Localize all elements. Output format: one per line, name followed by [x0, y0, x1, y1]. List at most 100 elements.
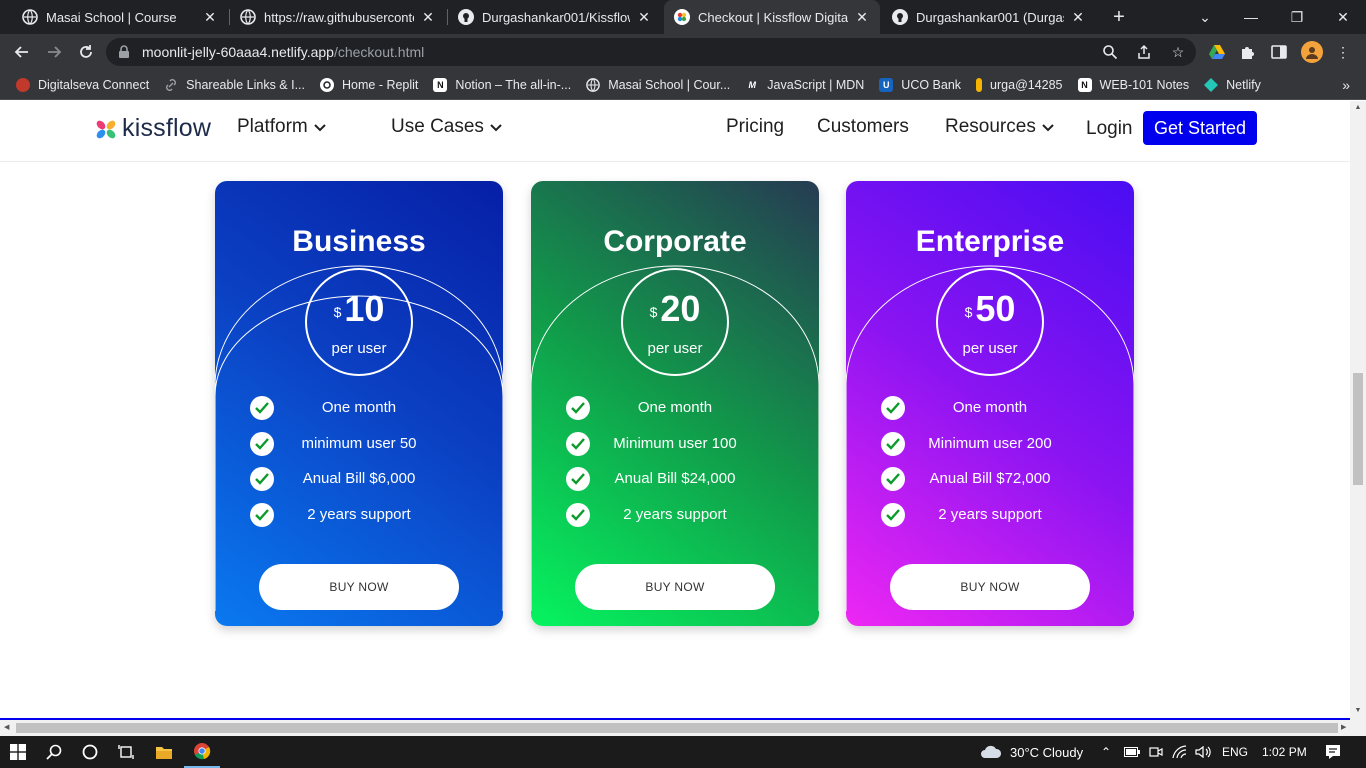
task-view-icon[interactable] [108, 736, 144, 768]
kissflow-icon [674, 9, 690, 25]
close-icon[interactable]: ✕ [854, 9, 870, 25]
notification-center-icon[interactable] [1325, 744, 1341, 760]
cloud-weather-icon[interactable] [980, 744, 1002, 760]
tab-github-repo[interactable]: Durgashankar001/Kissflow.cc ✕ [448, 0, 662, 34]
price-circle: $ 20 per user [621, 268, 729, 376]
buy-now-button[interactable]: BUY NOW [890, 564, 1090, 610]
bookmark-web101-notes[interactable]: N WEB-101 Notes [1077, 77, 1189, 92]
feature-text: 2 years support [307, 505, 411, 523]
nav-login[interactable]: Login [1086, 118, 1133, 140]
kissflow-logo[interactable]: kissflow [95, 114, 211, 143]
check-circle-icon [566, 502, 590, 527]
pricing-card-corporate: Corporate $ 20 per user One month Minimu… [531, 181, 819, 626]
zoom-search-icon[interactable] [1100, 42, 1120, 62]
bookmark-uco-bank[interactable]: U UCO Bank [879, 77, 962, 92]
url-host: moonlit-jelly-60aaa4.netlify.app [142, 44, 334, 60]
volume-icon[interactable] [1195, 744, 1211, 760]
tab-raw-github[interactable]: https://raw.githubuserconten ✕ [230, 0, 446, 34]
scroll-right-arrow-icon[interactable]: ▶ [1341, 723, 1346, 731]
address-bar[interactable]: moonlit-jelly-60aaa4.netlify.app/checkou… [106, 38, 1196, 66]
check-circle-icon [881, 467, 905, 491]
more-menu-icon[interactable]: ⋮ [1332, 41, 1354, 63]
search-icon[interactable] [36, 736, 72, 768]
browser-toolbar: moonlit-jelly-60aaa4.netlify.app/checkou… [0, 34, 1366, 70]
chrome-taskbar-icon[interactable] [184, 736, 220, 768]
language-indicator[interactable]: ENG [1222, 745, 1248, 759]
digitalseva-icon [16, 77, 30, 92]
cortana-circle-icon[interactable] [72, 736, 108, 768]
scroll-down-arrow-icon[interactable]: ▼ [1354, 707, 1362, 714]
wifi-icon[interactable] [1172, 744, 1188, 760]
bookmark-notion[interactable]: N Notion – The all-in-... [433, 77, 571, 92]
check-circle-icon [250, 502, 274, 527]
nav-platform[interactable]: Platform [237, 116, 326, 138]
price-currency: $ [649, 304, 658, 320]
side-panel-icon[interactable] [1268, 41, 1290, 63]
reload-icon[interactable] [72, 38, 100, 66]
tab-kissflow-checkout[interactable]: Checkout | Kissflow Digital W ✕ [664, 0, 880, 34]
file-explorer-icon[interactable] [146, 736, 182, 768]
buy-now-button[interactable]: BUY NOW [575, 564, 775, 610]
profile-avatar-icon[interactable] [1301, 41, 1323, 63]
horizontal-scrollbar[interactable]: ◀ ▶ [0, 720, 1366, 736]
google-drive-icon[interactable] [1206, 41, 1228, 63]
nav-pricing[interactable]: Pricing [726, 116, 784, 138]
feature-item: minimum user 50 [250, 427, 468, 463]
bookmark-star-icon[interactable]: ☆ [1168, 42, 1188, 62]
forward-arrow-icon[interactable] [40, 38, 68, 66]
nav-resources[interactable]: Resources [945, 116, 1054, 138]
bookmark-urga[interactable]: urga@14285 [976, 77, 1063, 92]
nav-use-cases[interactable]: Use Cases [391, 116, 502, 138]
price-unit: per user [331, 340, 387, 357]
nav-customers[interactable]: Customers [817, 116, 909, 138]
check-circle-icon [250, 396, 274, 420]
price-amount: 50 [975, 288, 1016, 329]
check-circle-icon [250, 431, 274, 456]
clock-time[interactable]: 1:02 PM [1262, 745, 1307, 759]
share-icon[interactable] [1134, 42, 1154, 62]
get-started-button[interactable]: Get Started [1143, 111, 1257, 145]
restore-icon[interactable]: ❐ [1274, 0, 1320, 34]
weather-text[interactable]: 30°C Cloudy [1010, 745, 1083, 760]
bookmark-replit[interactable]: Home - Replit [320, 77, 419, 92]
bookmark-netlify[interactable]: Netlify [1204, 77, 1261, 92]
close-window-icon[interactable]: ✕ [1320, 0, 1366, 34]
scroll-left-arrow-icon[interactable]: ◀ [4, 723, 9, 731]
battery-icon[interactable] [1124, 744, 1140, 760]
chevron-up-icon[interactable]: ⌃ [1098, 744, 1114, 760]
bookmark-label: Digitalseva Connect [38, 77, 150, 92]
kissflow-logo-icon [96, 120, 116, 138]
meet-now-icon[interactable] [1148, 744, 1164, 760]
check-circle-icon [881, 396, 905, 420]
close-icon[interactable]: ✕ [636, 9, 652, 25]
chevron-down-icon[interactable]: ⌄ [1182, 0, 1228, 34]
close-icon[interactable]: ✕ [420, 9, 436, 25]
feature-text: 2 years support [623, 505, 727, 523]
scroll-up-arrow-icon[interactable]: ▲ [1354, 104, 1362, 111]
price-unit: per user [962, 340, 1018, 357]
vertical-scrollbar[interactable]: ▲ ▼ [1350, 101, 1366, 720]
bookmark-label: Home - Replit [342, 77, 419, 92]
bookmark-mdn[interactable]: M JavaScript | MDN [745, 78, 865, 92]
scrollbar-thumb[interactable] [1353, 373, 1363, 485]
tab-github-profile[interactable]: Durgashankar001 (Durgashar ✕ [882, 0, 1096, 34]
feature-item: One month [566, 391, 784, 427]
close-icon[interactable]: ✕ [202, 9, 218, 25]
minimize-icon[interactable]: — [1228, 0, 1274, 34]
chevron-double-right-icon[interactable]: » [1342, 77, 1350, 93]
chevron-down-icon [314, 124, 326, 132]
bookmark-label: UCO Bank [901, 77, 962, 92]
new-tab-plus-icon[interactable]: + [1107, 5, 1131, 29]
check-circle-icon [250, 467, 274, 491]
feature-item: One month [250, 391, 468, 427]
bookmark-masai[interactable]: Masai School | Cour... [586, 78, 730, 92]
bookmark-digitalseva[interactable]: Digitalseva Connect [16, 77, 150, 92]
extensions-puzzle-icon[interactable] [1237, 41, 1259, 63]
windows-start-icon[interactable] [0, 736, 36, 768]
tab-masai-course[interactable]: Masai School | Course ✕ [12, 0, 228, 34]
scrollbar-thumb[interactable] [16, 723, 1338, 733]
close-icon[interactable]: ✕ [1070, 9, 1086, 25]
back-arrow-icon[interactable] [8, 38, 36, 66]
bookmark-shareable-links[interactable]: Shareable Links & I... [164, 78, 305, 92]
buy-now-button[interactable]: BUY NOW [259, 564, 459, 610]
